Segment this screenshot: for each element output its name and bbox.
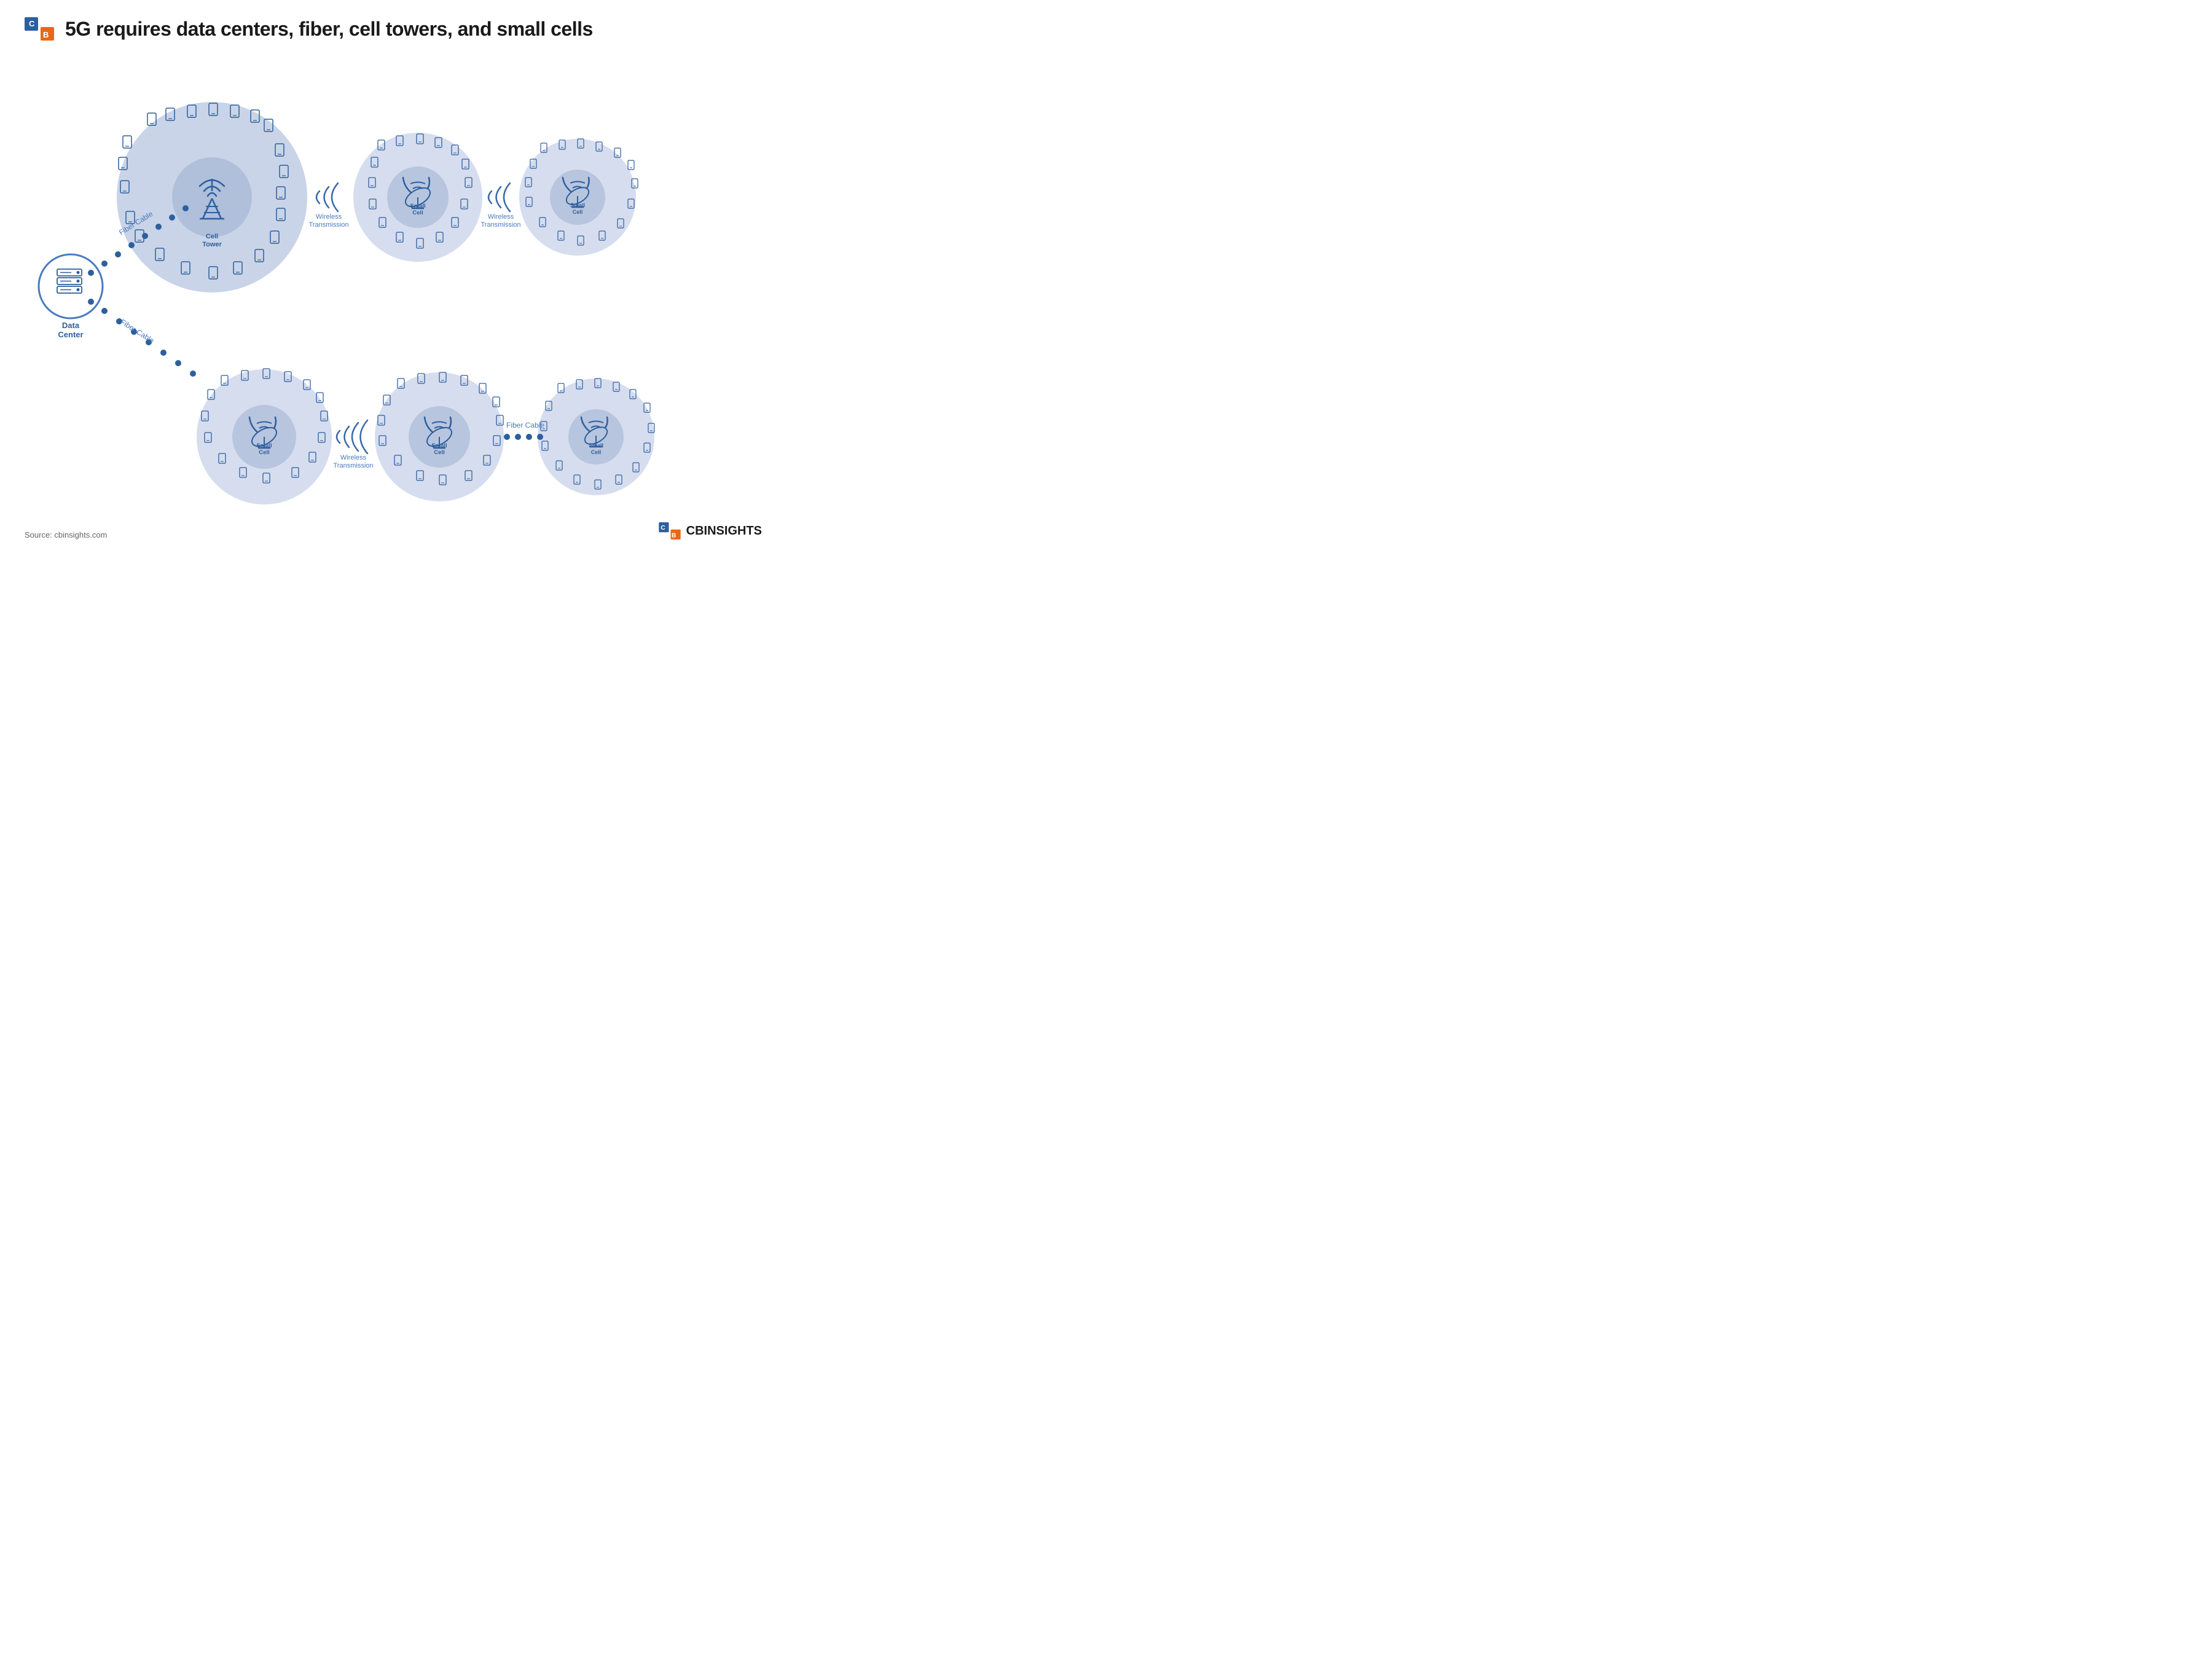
wireless-label-top2-line2: Transmission <box>481 221 521 229</box>
cb-logo-icon: C B <box>25 17 54 41</box>
small-cell-label-bot2: Small <box>431 442 447 449</box>
svg-text:B: B <box>672 532 676 539</box>
wireless-label-top1-line1: Wireless <box>316 213 342 221</box>
svg-text:B: B <box>43 30 49 39</box>
wireless-label-top2-line1: Wireless <box>488 213 514 221</box>
fiber-cable-label-lower: Fiber Cable <box>119 318 155 345</box>
cbi-logo-icon: C B <box>658 522 681 539</box>
small-cell-label-top1b: Cell <box>412 210 423 216</box>
page-title: 5G requires data centers, fiber, cell to… <box>65 18 593 41</box>
data-center-icon <box>57 269 82 293</box>
cell-tower-label: Cell <box>206 233 218 240</box>
cell-tower-inner-circle <box>172 157 252 237</box>
header: C B 5G requires data centers, fiber, cel… <box>0 0 786 47</box>
small-cell-label-bot3: Small <box>589 442 603 449</box>
diagram-svg: Cell Tower <box>0 47 786 569</box>
footer: Source: cbinsights.com C B CBINSIGHTS <box>25 522 762 539</box>
fiber-cable-bot-dots <box>504 434 543 440</box>
wireless-bot1-icons <box>337 420 367 453</box>
diagram: Cell Tower <box>0 47 786 551</box>
fiber-cable-label-bot: Fiber Cable <box>506 421 544 429</box>
cb-insights-logo: C B CBINSIGHTS <box>658 522 762 539</box>
wireless-label-bot1-line2: Transmission <box>334 462 374 469</box>
small-cell-label-top1: Small <box>410 203 425 210</box>
data-center-label: Data <box>62 321 80 330</box>
svg-text:C: C <box>29 19 35 28</box>
small-cell-label-bot3b: Cell <box>591 449 602 455</box>
wireless-label-bot1-line1: Wireless <box>340 454 367 461</box>
cbi-brand-text: CBINSIGHTS <box>686 524 762 538</box>
wireless-top2-icons <box>488 183 510 211</box>
wireless-label-top1-line2: Transmission <box>309 221 349 229</box>
small-cell-label-top2: Small <box>570 202 585 208</box>
small-cell-label-bot1: Small <box>256 442 272 449</box>
source-text: Source: cbinsights.com <box>25 530 107 539</box>
wireless-top1-icons <box>316 183 338 211</box>
small-cell-label-bot2b: Cell <box>434 449 444 456</box>
svg-text:C: C <box>661 525 665 531</box>
cell-tower-label-2: Tower <box>202 241 222 248</box>
data-center-label-2: Center <box>58 330 83 339</box>
small-cell-label-top2b: Cell <box>573 209 583 215</box>
small-cell-label-bot1b: Cell <box>259 449 269 456</box>
